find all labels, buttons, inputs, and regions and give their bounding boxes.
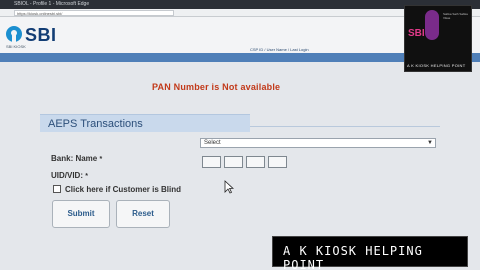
bank-name-label: Bank: Name * xyxy=(51,154,102,163)
pan-alert-message: PAN Number is Not available xyxy=(152,82,281,92)
banner-text: A K KIOSK HELPING POINT xyxy=(283,244,423,270)
watermark-logo: SBI Sabka Sath Sabka Vikas A K KIOSK HEL… xyxy=(404,5,472,72)
submit-button[interactable]: Submit xyxy=(52,200,110,228)
sbi-logo-icon xyxy=(6,26,22,42)
watermark-logo-text: SBI xyxy=(408,28,425,39)
watermark-name: A K KIOSK HELPING POINT xyxy=(407,63,466,68)
watermark-tagline: Sabka Sath Sabka Vikas xyxy=(443,12,468,20)
brand-sub: SBI KIOSK xyxy=(6,44,26,49)
chevron-down-icon: ▼ xyxy=(427,140,433,146)
uid-field-2[interactable] xyxy=(224,156,243,168)
watermark-emblem-icon xyxy=(425,10,439,40)
uid-field-4[interactable] xyxy=(268,156,287,168)
required-mark: * xyxy=(85,173,88,180)
aeps-panel-header: AEPS Transactions xyxy=(40,114,250,132)
uid-field-1[interactable] xyxy=(202,156,221,168)
uid-label-text: UID/VID: xyxy=(51,171,83,180)
required-mark: * xyxy=(99,156,103,163)
mouse-cursor-icon xyxy=(224,180,234,194)
brand-name: SBI xyxy=(25,25,57,45)
bank-name-label-text: Bank: Name xyxy=(51,154,98,163)
sbi-logo: SBI SBI KIOSK xyxy=(6,21,62,49)
url-input[interactable]: https://kiosk.onlinesbi.sbi/ xyxy=(14,10,174,16)
browser-title: SBIOL - Profile 1 - Microsoft Edge xyxy=(14,1,90,7)
bank-select-value: Select xyxy=(204,140,221,146)
uid-label: UID/VID: * xyxy=(51,171,88,180)
reset-button[interactable]: Reset xyxy=(116,200,170,228)
uid-field-3[interactable] xyxy=(246,156,265,168)
helping-point-banner: A K KIOSK HELPING POINT xyxy=(272,236,468,270)
blind-label: Click here if Customer is Blind xyxy=(65,185,182,194)
blind-checkbox[interactable] xyxy=(53,185,61,193)
user-info: CSP ID / User Name / Last Login xyxy=(250,47,309,52)
panel-title: AEPS Transactions xyxy=(48,118,143,130)
bank-select[interactable]: Select ▼ xyxy=(200,138,436,148)
panel-divider xyxy=(250,126,440,127)
